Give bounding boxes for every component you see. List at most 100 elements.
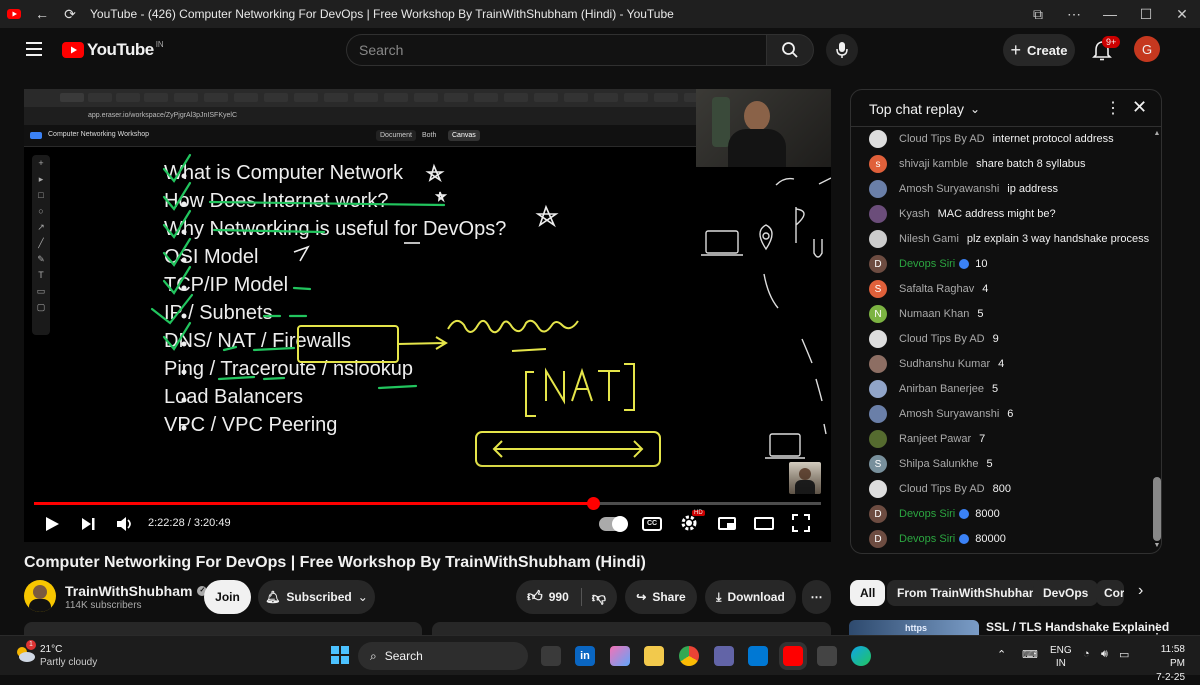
chat-author-name[interactable]: Numaan Khan bbox=[899, 308, 969, 320]
maximize-button[interactable]: ☐ bbox=[1128, 6, 1164, 23]
edge-icon[interactable] bbox=[851, 646, 871, 666]
close-chat-icon[interactable]: ✕ bbox=[1132, 97, 1147, 118]
start-button[interactable] bbox=[331, 646, 349, 664]
miniplayer-button[interactable] bbox=[718, 517, 736, 530]
channel-name-row[interactable]: TrainWithShubham ✓ bbox=[65, 583, 208, 599]
back-icon[interactable]: ← bbox=[28, 6, 56, 22]
file-explorer-icon[interactable] bbox=[644, 646, 664, 666]
chat-avatar[interactable] bbox=[869, 330, 887, 348]
store-icon[interactable] bbox=[817, 646, 837, 666]
subscribed-button[interactable]: 🔔︎ Subscribed ⌄ bbox=[258, 580, 375, 614]
chat-author-name[interactable]: Anirban Banerjee bbox=[899, 383, 984, 395]
chat-author-name[interactable]: shivaji kamble bbox=[899, 158, 968, 170]
chat-author-name[interactable]: Shilpa Salunkhe bbox=[899, 458, 979, 470]
linkedin-icon[interactable]: in bbox=[575, 646, 595, 666]
task-view-icon[interactable] bbox=[541, 646, 561, 666]
chip-partial[interactable]: Cor bbox=[1096, 580, 1124, 606]
chat-avatar[interactable]: D bbox=[869, 530, 887, 548]
hamburger-menu-icon[interactable] bbox=[26, 42, 42, 56]
chat-avatar[interactable]: s bbox=[869, 155, 887, 173]
chat-avatar[interactable] bbox=[869, 380, 887, 398]
chat-avatar[interactable] bbox=[869, 480, 887, 498]
chat-avatar[interactable]: S bbox=[869, 280, 887, 298]
teams-icon[interactable] bbox=[714, 646, 734, 666]
copilot-icon[interactable] bbox=[610, 646, 630, 666]
volume-button[interactable] bbox=[116, 516, 134, 537]
chip-devops[interactable]: DevOps bbox=[1033, 580, 1099, 606]
more-actions-button[interactable]: ⋯ bbox=[802, 580, 831, 614]
chat-menu-icon[interactable]: ⋮ bbox=[1105, 98, 1121, 118]
progress-bar[interactable] bbox=[34, 497, 821, 510]
outlook-icon[interactable] bbox=[748, 646, 768, 666]
chevron-right-icon[interactable]: › bbox=[1138, 582, 1143, 600]
notifications-button[interactable]: 9+ bbox=[1092, 36, 1121, 62]
chat-avatar[interactable] bbox=[869, 230, 887, 248]
wifi-icon[interactable]: ◔ bbox=[1083, 648, 1090, 660]
chat-avatar[interactable]: N bbox=[869, 305, 887, 323]
account-avatar[interactable]: G bbox=[1134, 36, 1160, 62]
chat-avatar[interactable]: S bbox=[869, 455, 887, 473]
youtube-logo[interactable]: YouTube IN bbox=[62, 40, 164, 60]
chat-avatar[interactable]: D bbox=[869, 505, 887, 523]
video-player[interactable]: app.eraser.io/workspace/ZyPjgrAl3pJnISFK… bbox=[24, 89, 831, 542]
extensions-icon[interactable]: ⧉ bbox=[1020, 6, 1056, 23]
chat-author-name[interactable]: Sudhanshu Kumar bbox=[899, 358, 990, 370]
chat-author-name[interactable]: Amosh Suryawanshi bbox=[899, 408, 999, 420]
language-indicator[interactable]: ENG IN bbox=[1050, 644, 1072, 670]
theater-mode-button[interactable] bbox=[754, 517, 774, 530]
chat-author-name[interactable]: Ranjeet Pawar bbox=[899, 433, 971, 445]
settings-button[interactable]: HD bbox=[680, 510, 705, 537]
chat-author-name[interactable]: Kyash bbox=[899, 208, 930, 220]
tray-overflow-icon[interactable]: ⌃ bbox=[997, 648, 1006, 661]
share-button[interactable]: ↪ Share bbox=[625, 580, 697, 614]
chat-avatar[interactable] bbox=[869, 430, 887, 448]
taskbar-search[interactable]: ⌕ Search bbox=[358, 642, 528, 670]
close-window-button[interactable]: ✕ bbox=[1164, 6, 1200, 23]
chat-mode-dropdown[interactable]: Top chat replay ⌄ bbox=[869, 101, 980, 117]
chat-avatar[interactable] bbox=[869, 205, 887, 223]
chat-avatar[interactable] bbox=[869, 355, 887, 373]
autoplay-toggle[interactable] bbox=[599, 516, 628, 532]
chat-author-name[interactable]: Devops Siri bbox=[899, 533, 955, 545]
chat-author-name[interactable]: Nilesh Gami bbox=[899, 233, 959, 245]
clock[interactable]: 11:58 PM 7-2-25 bbox=[1143, 643, 1185, 685]
download-button[interactable]: ⤓ Download bbox=[705, 580, 796, 614]
chat-avatar[interactable]: D bbox=[869, 255, 887, 273]
youtube-app-icon[interactable] bbox=[783, 646, 803, 666]
like-button[interactable]: 👍︎ 990 bbox=[527, 588, 582, 606]
reload-icon[interactable]: ⟳ bbox=[56, 6, 84, 23]
chat-author-name[interactable]: Cloud Tips By AD bbox=[899, 333, 985, 345]
fullscreen-button[interactable] bbox=[792, 514, 810, 537]
channel-name[interactable]: TrainWithShubham bbox=[65, 583, 192, 599]
keyboard-icon[interactable]: ⌨ bbox=[1022, 648, 1038, 661]
more-options-icon[interactable]: ⋯ bbox=[1056, 6, 1092, 23]
voice-search-button[interactable] bbox=[826, 34, 858, 66]
chrome-icon[interactable] bbox=[679, 646, 699, 666]
search-button[interactable] bbox=[766, 34, 814, 66]
chat-author-name[interactable]: Devops Siri bbox=[899, 508, 955, 520]
search-input[interactable]: Search bbox=[346, 34, 766, 66]
progress-scrubber[interactable] bbox=[586, 497, 600, 510]
recommendation-title[interactable]: SSL / TLS Handshake Explained bbox=[986, 620, 1169, 634]
chat-avatar[interactable] bbox=[869, 180, 887, 198]
recommendation-thumbnail[interactable]: https bbox=[849, 620, 979, 635]
join-button[interactable]: Join bbox=[204, 580, 251, 614]
next-button[interactable] bbox=[80, 516, 96, 537]
thumbs-down-icon[interactable]: 👎︎ bbox=[582, 589, 606, 606]
weather-widget[interactable]: 1 21°C Partly cloudy bbox=[14, 640, 97, 669]
channel-avatar[interactable] bbox=[24, 580, 56, 612]
chat-author-name[interactable]: Safalta Raghav bbox=[899, 283, 974, 295]
minimize-button[interactable]: — bbox=[1092, 6, 1128, 22]
chat-author-name[interactable]: Amosh Suryawanshi bbox=[899, 183, 999, 195]
chat-avatar[interactable] bbox=[869, 130, 887, 148]
chat-author-name[interactable]: Cloud Tips By AD bbox=[899, 483, 985, 495]
chat-author-name[interactable]: Cloud Tips By AD bbox=[899, 133, 985, 145]
chat-scroll-thumb[interactable] bbox=[1153, 477, 1161, 541]
description-box[interactable] bbox=[24, 622, 422, 636]
chat-avatar[interactable] bbox=[869, 405, 887, 423]
comments-box[interactable] bbox=[432, 622, 831, 636]
chat-scrollbar[interactable]: ▲ ▼ bbox=[1152, 130, 1161, 550]
play-button[interactable] bbox=[44, 516, 60, 537]
chat-author-name[interactable]: Devops Siri bbox=[899, 258, 955, 270]
chip-from-channel[interactable]: From TrainWithShubham bbox=[887, 580, 1050, 606]
